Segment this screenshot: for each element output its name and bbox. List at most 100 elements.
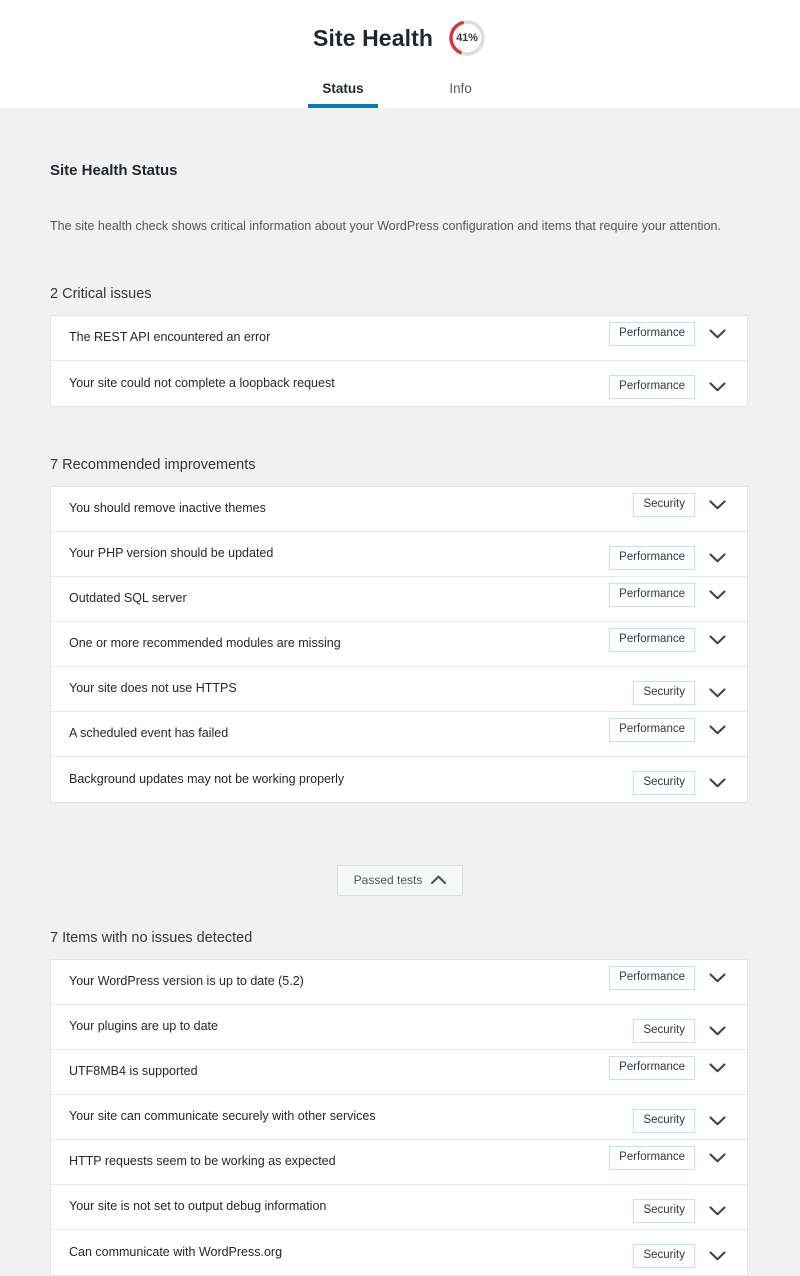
chevron-down-icon[interactable] bbox=[701, 382, 733, 392]
issue-label: Your site can communicate securely with … bbox=[69, 1109, 376, 1123]
chevron-down-icon[interactable] bbox=[701, 725, 733, 735]
status-badge: Security bbox=[633, 680, 695, 705]
issue-row-controls: Performance bbox=[609, 582, 747, 607]
issue-row-controls: Performance bbox=[609, 321, 747, 346]
issue-row[interactable]: Your plugins are up to date Security bbox=[51, 1005, 747, 1050]
chevron-down-icon[interactable] bbox=[701, 590, 733, 600]
chevron-down-icon[interactable] bbox=[701, 1116, 733, 1126]
issue-row-controls: Security bbox=[633, 1198, 747, 1223]
issue-row-controls: Performance bbox=[609, 717, 747, 742]
issue-label: Your site does not use HTTPS bbox=[69, 681, 237, 695]
issue-row[interactable]: One or more recommended modules are miss… bbox=[51, 622, 747, 667]
issue-label: Can communicate with WordPress.org bbox=[69, 1244, 283, 1259]
status-badge: Performance bbox=[609, 1055, 695, 1080]
chevron-down-icon[interactable] bbox=[701, 553, 733, 563]
passed-tests-group: 7 Items with no issues detected Your Word… bbox=[50, 930, 750, 1276]
issue-row[interactable]: Outdated SQL server Performance bbox=[51, 577, 747, 622]
issue-card: You should remove inactive themes Securit… bbox=[50, 485, 748, 803]
chevron-down-icon[interactable] bbox=[701, 688, 733, 698]
issue-label: The REST API encountered an error bbox=[69, 330, 271, 344]
issue-row[interactable]: Can communicate with WordPress.org Securi… bbox=[51, 1230, 747, 1275]
issue-row-controls: Security bbox=[633, 492, 747, 517]
status-badge: Performance bbox=[609, 375, 695, 400]
header-title-row: Site Health 41% bbox=[0, 0, 800, 58]
chevron-down-icon[interactable] bbox=[701, 778, 733, 788]
chevron-down-icon[interactable] bbox=[701, 973, 733, 983]
issue-row-controls: Performance bbox=[609, 375, 747, 400]
group-heading: 2 Critical issues bbox=[50, 285, 152, 302]
status-badge: Security bbox=[633, 492, 695, 517]
chevron-down-icon[interactable] bbox=[701, 1206, 733, 1216]
issue-label: Background updates may not be working pr… bbox=[69, 771, 345, 786]
issue-row[interactable]: UTF8MB4 is supported Performance bbox=[51, 1050, 747, 1095]
issue-row[interactable]: Background updates may not be working pr… bbox=[51, 757, 747, 802]
issue-row[interactable]: Your site could not complete a loopback … bbox=[51, 361, 747, 406]
issue-label: Your WordPress version is up to date (5.… bbox=[69, 974, 304, 988]
status-badge: Security bbox=[633, 1018, 695, 1043]
chevron-down-icon[interactable] bbox=[701, 500, 733, 510]
chevron-down-icon[interactable] bbox=[701, 635, 733, 645]
issue-row-controls: Security bbox=[633, 680, 747, 705]
issue-label: You should remove inactive themes bbox=[69, 501, 266, 515]
tab-info[interactable]: Info bbox=[430, 75, 492, 108]
tab-info-label: Info bbox=[449, 81, 472, 96]
issue-row[interactable]: Your site can communicate securely with … bbox=[51, 1095, 747, 1140]
chevron-down-icon[interactable] bbox=[701, 329, 733, 339]
chevron-down-icon[interactable] bbox=[701, 1153, 733, 1163]
chevron-down-icon[interactable] bbox=[701, 1251, 733, 1261]
status-badge: Performance bbox=[609, 717, 695, 742]
status-badge: Security bbox=[633, 771, 695, 796]
health-score-gauge: 41% bbox=[447, 18, 487, 58]
issue-label: Your plugins are up to date bbox=[69, 1019, 218, 1033]
status-badge: Security bbox=[633, 1244, 695, 1269]
passed-tests-toggle-wrap: Passed tests bbox=[50, 864, 750, 896]
issue-card: The REST API encountered an error Perform… bbox=[50, 314, 748, 407]
issue-label: Your site is not set to output debug inf… bbox=[69, 1199, 327, 1213]
status-badge: Performance bbox=[609, 965, 695, 990]
issue-row-controls: Performance bbox=[609, 965, 747, 990]
status-badge: Performance bbox=[609, 1145, 695, 1170]
issue-card: Your WordPress version is up to date (5.… bbox=[50, 958, 748, 1276]
issue-row[interactable]: Your PHP version should be updated Perfor… bbox=[51, 532, 747, 577]
issue-row-controls: Performance bbox=[609, 1145, 747, 1170]
issue-label: Your PHP version should be updated bbox=[69, 546, 274, 560]
site-header: Site Health 41% Status Info bbox=[0, 0, 800, 108]
issue-groups: 2 Critical issues The REST API encountere… bbox=[50, 286, 750, 803]
issue-row-controls: Security bbox=[633, 771, 747, 796]
status-badge: Performance bbox=[609, 321, 695, 346]
issue-row-controls: Performance bbox=[609, 1055, 747, 1080]
status-badge: Performance bbox=[609, 627, 695, 652]
group-heading: 7 Recommended improvements bbox=[50, 456, 256, 473]
chevron-up-icon bbox=[431, 875, 447, 885]
issue-row[interactable]: You should remove inactive themes Securit… bbox=[51, 487, 747, 532]
issue-row-controls: Performance bbox=[609, 627, 747, 652]
group-heading: 7 Items with no issues detected bbox=[50, 929, 253, 946]
issue-row-controls: Security bbox=[633, 1108, 747, 1133]
issue-label: Outdated SQL server bbox=[69, 591, 187, 605]
issue-row[interactable]: A scheduled event has failed Performance bbox=[51, 712, 747, 757]
issue-row-controls: Security bbox=[633, 1244, 747, 1269]
status-badge: Security bbox=[633, 1108, 695, 1133]
issue-label: UTF8MB4 is supported bbox=[69, 1064, 198, 1078]
chevron-down-icon[interactable] bbox=[701, 1026, 733, 1036]
issue-label: Your site could not complete a loopback … bbox=[69, 375, 335, 390]
issue-row[interactable]: Your WordPress version is up to date (5.… bbox=[51, 960, 747, 1005]
issue-row[interactable]: The REST API encountered an error Perform… bbox=[51, 316, 747, 361]
issue-label: HTTP requests seem to be working as expe… bbox=[69, 1154, 336, 1168]
tab-bar: Status Info bbox=[0, 75, 800, 108]
section-title: Site Health Status bbox=[50, 162, 178, 179]
issue-row-controls: Performance bbox=[609, 545, 747, 570]
issue-row[interactable]: HTTP requests seem to be working as expe… bbox=[51, 1140, 747, 1185]
chevron-down-icon[interactable] bbox=[701, 1063, 733, 1073]
status-badge: Performance bbox=[609, 582, 695, 607]
passed-tests-toggle-button[interactable]: Passed tests bbox=[336, 864, 464, 896]
page-title: Site Health bbox=[313, 24, 433, 51]
issue-label: A scheduled event has failed bbox=[69, 726, 229, 740]
main-content: Site Health Status The site health check… bbox=[0, 108, 800, 1276]
tab-status[interactable]: Status bbox=[308, 75, 378, 108]
issue-row[interactable]: Your site does not use HTTPS Security bbox=[51, 667, 747, 712]
passed-tests-label: Passed tests bbox=[353, 872, 423, 887]
issue-row[interactable]: Your site is not set to output debug inf… bbox=[51, 1185, 747, 1230]
issue-row-controls: Security bbox=[633, 1018, 747, 1043]
issue-label: One or more recommended modules are miss… bbox=[69, 636, 341, 650]
